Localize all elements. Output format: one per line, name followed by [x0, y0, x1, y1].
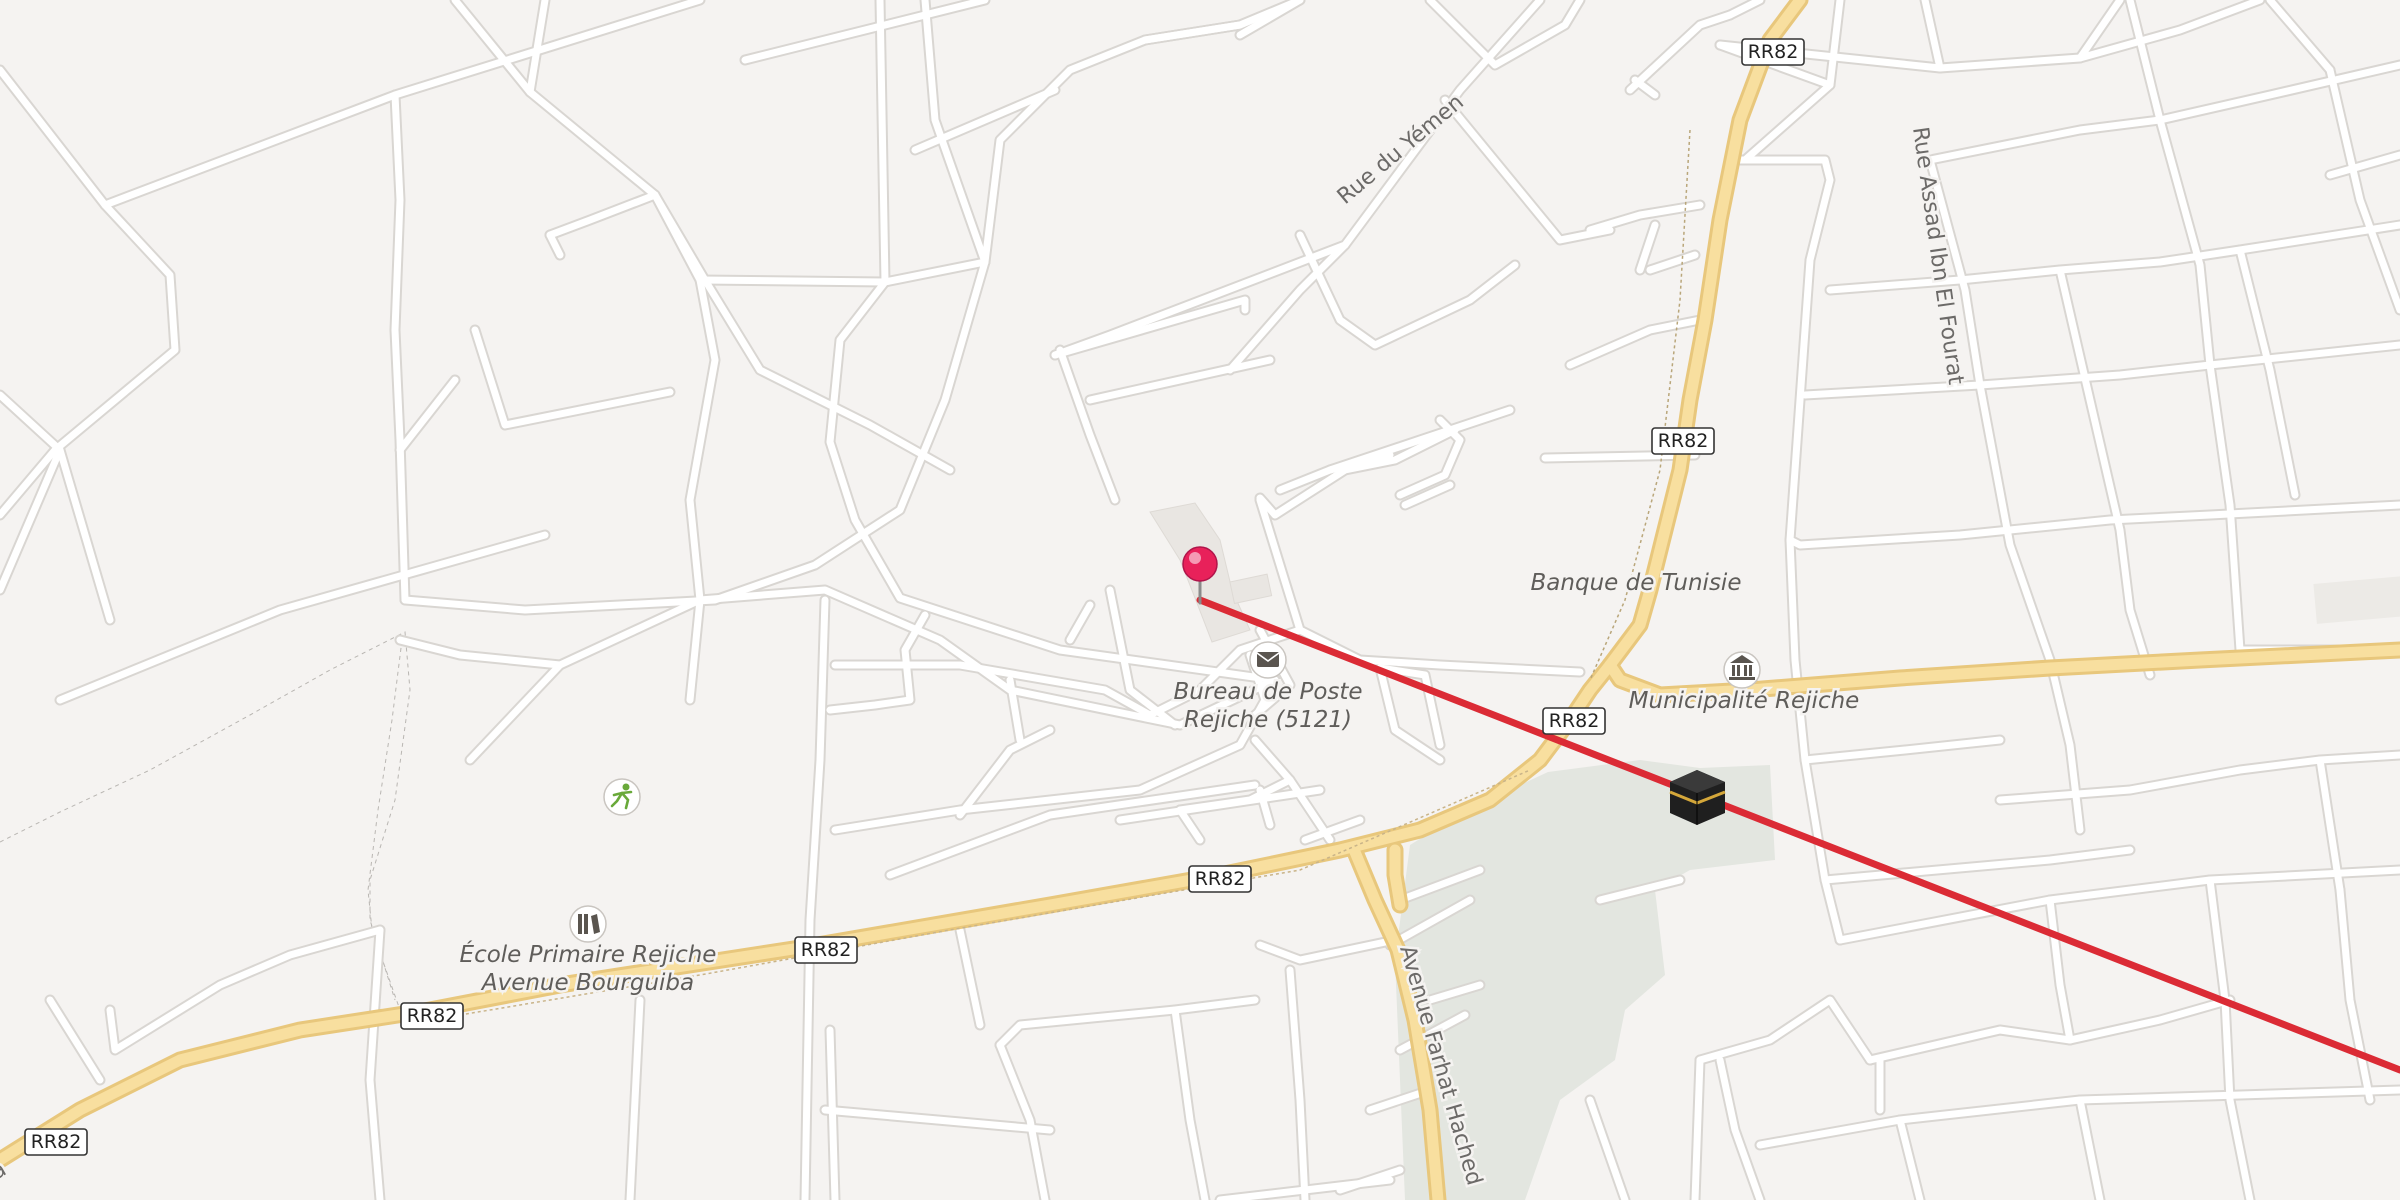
svg-text:RR82: RR82 [1748, 41, 1799, 63]
map-canvas[interactable]: RR82 RR82 RR82 RR82 RR82 RR82 RR82 Rue d… [0, 0, 2400, 1200]
svg-text:RR82: RR82 [801, 939, 852, 961]
street-label-rue-du-yemen: Rue du Yémen [1333, 90, 1469, 210]
poi-label-poste-line2[interactable]: Rejiche (5121) [1181, 705, 1354, 736]
road-shield: RR82 [1651, 427, 1715, 455]
road-shield: RR82 [1741, 38, 1805, 66]
svg-text:RR82: RR82 [1658, 430, 1709, 452]
building-footprint [1229, 573, 1273, 605]
envelope-icon[interactable] [1249, 641, 1287, 679]
poi-label-banque[interactable]: Banque de Tunisie [1528, 568, 1744, 599]
road-shield: RR82 [400, 1002, 464, 1030]
school-icon[interactable] [569, 905, 607, 943]
poi-label-poste-line1[interactable]: Bureau de Poste [1171, 677, 1365, 708]
sports-icon[interactable] [603, 778, 641, 816]
svg-text:RR82: RR82 [31, 1131, 82, 1153]
poi-label-municipalite[interactable]: Municipalité Rejiche [1626, 686, 1862, 717]
svg-text:RR82: RR82 [1195, 868, 1246, 890]
road-shield: RR82 [24, 1128, 88, 1156]
road-shield: RR82 [794, 936, 858, 964]
svg-text:RR82: RR82 [1549, 710, 1600, 732]
road-shield: RR82 [1188, 865, 1252, 893]
poi-label-ecole-line1[interactable]: École Primaire Rejiche [457, 938, 719, 971]
poi-label-ecole-line2[interactable]: Avenue Bourguiba [477, 968, 696, 999]
svg-text:RR82: RR82 [407, 1005, 458, 1027]
building-footprint [2313, 576, 2400, 624]
road-shield: RR82 [1542, 707, 1606, 735]
government-building-icon[interactable] [1723, 651, 1761, 689]
railway [0, 631, 411, 1001]
